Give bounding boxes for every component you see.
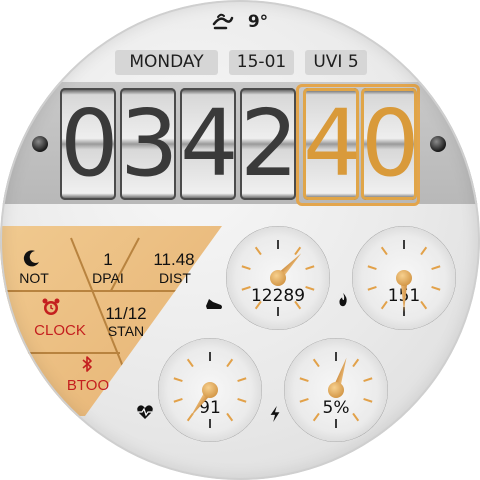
hour-ones-digit: 3: [120, 88, 179, 200]
gauge-tick: [209, 352, 211, 361]
screw-right: [430, 136, 446, 152]
steps-gauge[interactable]: 12289: [226, 226, 330, 330]
weather-row[interactable]: 9°: [0, 12, 480, 32]
hour-tens-digit: 0: [60, 88, 119, 200]
gauge-tick: [209, 419, 211, 428]
alarm-clock-label[interactable]: CLOCK: [28, 322, 92, 339]
alarm-clock-icon: [42, 298, 60, 315]
gauge-tick: [277, 307, 279, 316]
dpai-value: 1: [103, 250, 113, 269]
notification-label[interactable]: NOT: [14, 270, 54, 286]
gauge-hub: [270, 270, 286, 286]
stand-label: STAN: [107, 323, 145, 339]
bluetooth-label[interactable]: BTOO: [62, 377, 114, 394]
stand-value: 11/12: [105, 304, 147, 323]
bluetooth-icon: [82, 356, 92, 372]
watch-face: 9° MONDAY 15-01 UVI 5 0 3 4 2 4 0 NOT 1 …: [0, 0, 480, 480]
flame-icon: [339, 292, 347, 307]
distance-label: DIST: [159, 270, 191, 286]
wind-icon: [212, 13, 234, 30]
gauge-tick: [335, 352, 337, 361]
gauge-hub: [396, 270, 412, 286]
screw-left: [32, 136, 48, 152]
heart-pulse-icon: [137, 405, 153, 419]
distance-value: 11.48: [153, 250, 195, 269]
gauge-tick: [335, 419, 337, 428]
seconds-frame: [296, 84, 420, 206]
divider: [0, 352, 120, 354]
gauge-tick: [403, 240, 405, 249]
uv-index: UVI 5: [305, 50, 367, 75]
gauge-hub: [328, 382, 344, 398]
moon-icon: [23, 250, 39, 267]
shoe-icon: [206, 299, 222, 309]
calories-gauge[interactable]: 151: [352, 226, 456, 330]
battery-gauge[interactable]: 5%: [284, 338, 388, 442]
dpai-label: DPAI: [92, 270, 124, 286]
lightning-icon: [270, 406, 280, 422]
divider: [0, 290, 190, 292]
gauge-hub: [202, 382, 218, 398]
heart-rate-gauge[interactable]: 91: [158, 338, 262, 442]
date: 15-01: [229, 50, 294, 75]
day-of-week: MONDAY: [115, 50, 218, 75]
minute-ones-digit: 2: [240, 88, 299, 200]
gauge-tick: [277, 240, 279, 249]
minute-tens-digit: 4: [180, 88, 239, 200]
temperature: 9°: [247, 12, 269, 32]
